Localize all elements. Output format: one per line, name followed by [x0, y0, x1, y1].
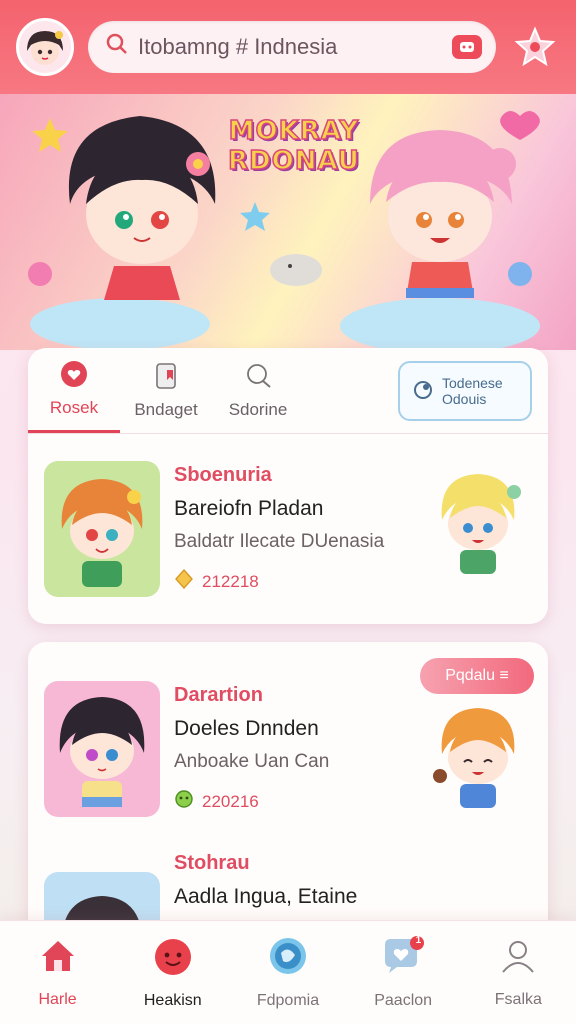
tab-bndaget[interactable]: Bndaget: [120, 347, 212, 433]
smile-icon: [152, 935, 194, 982]
chat-heart-icon: 1: [381, 935, 425, 982]
app-header: [0, 0, 576, 94]
globe-icon: [267, 935, 309, 982]
hero-character-left: [68, 116, 216, 300]
nav-item-chat[interactable]: 1 Paaclon: [353, 935, 453, 1010]
user-avatar[interactable]: [16, 18, 74, 76]
tab-bar: Rosek Bndaget Sdorine Todenese Odouis: [28, 348, 548, 434]
item-category: Stohrau: [174, 852, 250, 874]
side-character-icon: [433, 708, 515, 808]
profile-icon: [498, 936, 538, 981]
nav-label: Harle: [38, 991, 77, 1008]
hero-title: MOKRAY RDONAU: [227, 115, 360, 177]
green-badge-icon: [174, 789, 194, 814]
list-item[interactable]: Darartion Doeles Dnnden Anboake Uan Can …: [28, 654, 548, 844]
item-title: Doeles Dnnden: [174, 717, 319, 740]
nav-label: Paaclon: [374, 992, 433, 1009]
notification-star-icon[interactable]: [510, 22, 560, 72]
tab-rosek[interactable]: Rosek: [28, 347, 120, 433]
nav-item-profile[interactable]: Fsalka: [468, 936, 568, 1009]
nav-label: Fdpomia: [256, 992, 320, 1009]
item-meta: 220216: [174, 789, 329, 814]
heart-chat-icon: [59, 359, 89, 394]
hero-character-right: [370, 130, 516, 298]
avatar-character-icon: [27, 31, 63, 65]
notification-badge: 1: [415, 935, 422, 946]
tab-label: Bndaget: [134, 399, 198, 419]
item-category: Darartion: [174, 684, 263, 706]
item-title: Bareiofn Pladan: [174, 497, 324, 520]
nav-label: Fsalka: [494, 991, 542, 1008]
nav-label: Heakisn: [143, 992, 202, 1009]
item-meta-value: 220216: [202, 791, 259, 811]
bookmark-icon: [151, 361, 181, 396]
hero-banner[interactable]: MOKRAY RDONAU: [0, 94, 576, 350]
search-icon: [106, 33, 128, 62]
character-thumb-icon: [61, 479, 143, 587]
item-meta: 212218: [174, 568, 384, 594]
tab-label: Rosek: [49, 398, 99, 417]
tab-label: Sdorine: [228, 399, 288, 419]
item-title: Aadla Ingua, Etaine: [174, 885, 358, 908]
search-bubble-icon: [243, 361, 273, 396]
voice-chip-icon[interactable]: [452, 35, 482, 59]
content-card-tabs: Rosek Bndaget Sdorine Todenese Odouis Sb…: [28, 348, 548, 624]
item-subtitle: Anboake Uan Can: [174, 751, 330, 772]
region-badge-line2: Odouis: [442, 391, 487, 407]
item-text: Sboenuria Bareiofn Pladan Baldatr Ilecat…: [174, 464, 384, 594]
toggle-icon: [412, 379, 434, 404]
item-meta-value: 212218: [202, 571, 259, 591]
content-card-list: Pqdalu ≡ Darartion Doeles Dnnden Anboake…: [28, 642, 548, 942]
list-item[interactable]: Sboenuria Bareiofn Pladan Baldatr Ilecat…: [28, 434, 548, 624]
home-icon: [38, 936, 78, 981]
region-badge-line1: Todenese: [442, 375, 503, 391]
nav-item-home[interactable]: Harle: [8, 936, 108, 1009]
bottom-navigation: Harle Heakisn Fdpomia 1 Paaclon Fsalka: [0, 920, 576, 1024]
tab-sdorine[interactable]: Sdorine: [212, 347, 304, 433]
nav-item-smile[interactable]: Heakisn: [123, 935, 223, 1010]
search-bar[interactable]: [88, 21, 496, 73]
character-thumb-icon: [59, 697, 145, 807]
side-character-icon: [441, 474, 521, 574]
item-subtitle: Baldatr Ilecate DUenasia: [174, 531, 385, 552]
item-category: Sboenuria: [174, 464, 272, 486]
item-thumbnail: [44, 681, 160, 817]
gold-diamond-icon: [174, 568, 194, 594]
nav-item-globe[interactable]: Fdpomia: [238, 935, 338, 1010]
search-input[interactable]: [138, 34, 442, 60]
region-badge[interactable]: Todenese Odouis: [398, 361, 532, 421]
item-text: Darartion Doeles Dnnden Anboake Uan Can …: [174, 684, 329, 814]
item-thumbnail: [44, 461, 160, 597]
